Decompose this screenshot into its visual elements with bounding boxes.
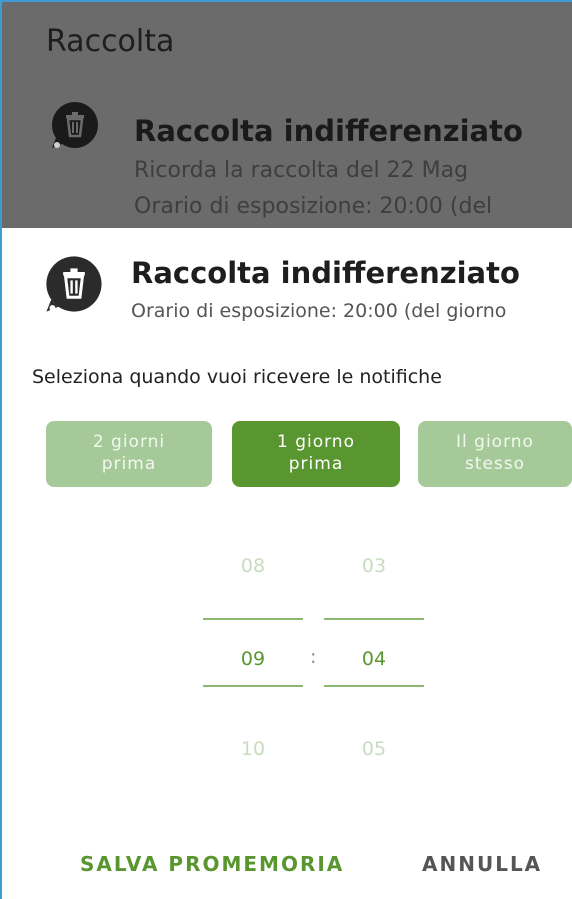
hour-prev-value[interactable]: 08 [203, 555, 303, 577]
minute-next-value[interactable]: 05 [324, 738, 424, 760]
dialog-title: Raccolta indifferenziato [131, 256, 520, 290]
choice-label-line1: 1 giorno [276, 432, 355, 452]
background-item-schedule: Orario di esposizione: 20:00 (del [134, 194, 493, 219]
background-item-title: Raccolta indifferenziato [134, 114, 523, 148]
hour-selection-bottom-line [203, 685, 303, 687]
background-list-item: Raccolta indifferenziato Ricorda la racc… [46, 94, 566, 228]
dialog-subtitle: Orario di esposizione: 20:00 (del giorno [131, 300, 507, 322]
background-item-reminder: Ricorda la raccolta del 22 Mag [134, 158, 469, 183]
cancel-button[interactable]: ANNULLA [422, 852, 542, 876]
choice-label-line1: 2 giorni [92, 432, 166, 452]
trash-icon [51, 101, 98, 148]
background-page-title: Raccolta [46, 24, 175, 59]
minute-current-value[interactable]: 04 [324, 648, 424, 670]
hour-next-value[interactable]: 10 [203, 738, 303, 760]
save-reminder-button[interactable]: SALVA PROMEMORIA [80, 852, 344, 876]
one-day-before-button[interactable]: 1 giorno prima [232, 421, 400, 487]
choice-label-line1: Il giorno [456, 432, 534, 452]
time-separator: : [310, 646, 317, 668]
minute-selection-top-line [324, 618, 424, 620]
choice-label-line2: prima [101, 454, 157, 474]
two-days-before-button[interactable]: 2 giorni prima [46, 421, 212, 487]
reminder-dialog: Raccolta indifferenziato Orario di espos… [2, 228, 572, 899]
background-screen: Raccolta Raccolta indifferenziato Ricord… [2, 2, 572, 228]
same-day-button[interactable]: Il giorno stesso [418, 421, 572, 487]
choice-label-line2: stesso [464, 454, 526, 474]
hour-current-value[interactable]: 09 [203, 648, 303, 670]
trash-icon [46, 256, 102, 312]
minute-prev-value[interactable]: 03 [324, 555, 424, 577]
hour-selection-top-line [203, 618, 303, 620]
choice-label-line2: prima [288, 454, 344, 474]
notification-timing-label: Seleziona quando vuoi ricevere le notifi… [32, 366, 442, 388]
minute-selection-bottom-line [324, 685, 424, 687]
